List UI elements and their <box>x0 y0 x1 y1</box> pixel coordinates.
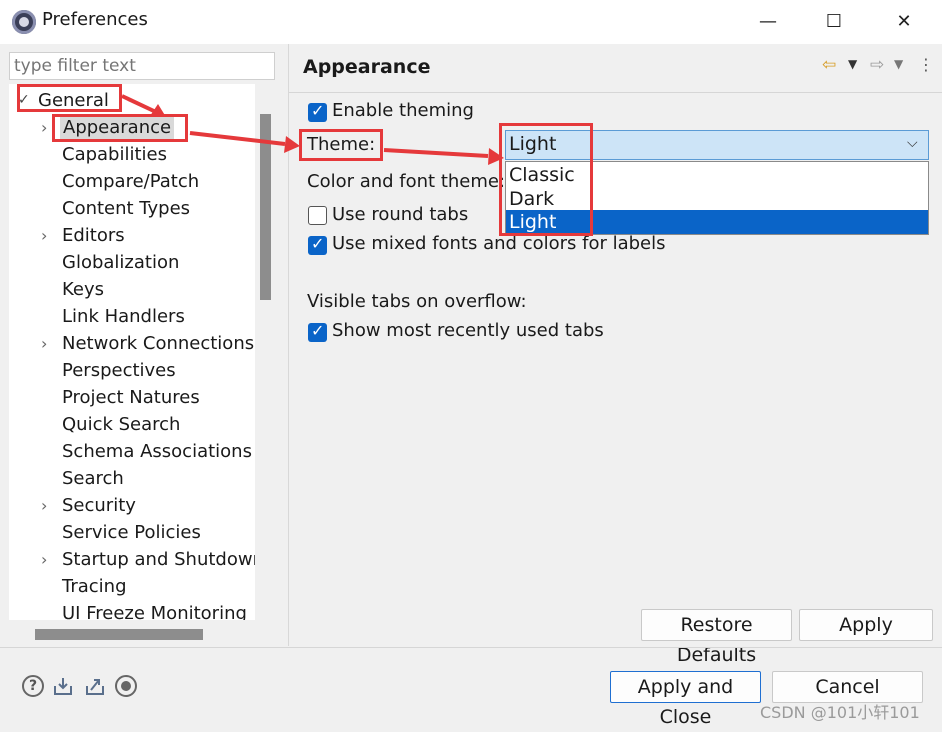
forward-menu-icon[interactable]: ▼ <box>894 57 903 71</box>
chevron-right-icon: › <box>41 226 48 245</box>
tree-item-project-natures[interactable]: Project Natures <box>9 384 255 411</box>
mixed-fonts-checkbox[interactable] <box>308 234 327 255</box>
tree-item-label: Content Types <box>62 198 191 219</box>
tree-item-compare-patch[interactable]: Compare/Patch <box>9 168 255 195</box>
tree-item-label: Service Policies <box>62 522 201 543</box>
chevron-right-icon: › <box>41 550 48 569</box>
tree-item-label: Startup and Shutdown <box>62 549 255 570</box>
round-tabs-label: Use round tabs <box>332 204 469 225</box>
color-font-theme-label: Color and font theme: <box>307 171 506 192</box>
back-arrow-icon[interactable]: ⇦ <box>822 55 836 75</box>
window-title: Preferences <box>42 9 148 30</box>
round-tabs-checkbox[interactable] <box>308 206 327 225</box>
tree-item-general[interactable]: ✓ General <box>9 87 255 114</box>
tree-item-link-handlers[interactable]: Link Handlers <box>9 303 255 330</box>
minimize-button[interactable]: — <box>748 6 788 38</box>
close-button[interactable]: ✕ <box>884 6 924 38</box>
chevron-down-icon: ⌵ <box>907 135 918 151</box>
maximize-button[interactable]: ☐ <box>814 6 854 38</box>
theme-option-classic[interactable]: Classic <box>506 163 928 187</box>
tree-item-ui-freeze-monitoring[interactable]: UI Freeze Monitoring <box>9 600 255 620</box>
help-icon[interactable]: ? <box>22 675 44 697</box>
watermark: CSDN @101小轩101 <box>760 703 920 722</box>
tree-item-security[interactable]: › Security <box>9 492 255 519</box>
export-icon[interactable] <box>84 675 106 697</box>
tree-item-label: General <box>38 90 109 111</box>
tree-item-editors[interactable]: › Editors <box>9 222 255 249</box>
header-divider <box>289 92 942 93</box>
tree-item-capabilities[interactable]: Capabilities <box>9 141 255 168</box>
tree-item-label: Project Natures <box>62 387 200 408</box>
filter-input[interactable] <box>9 52 275 80</box>
theme-label: Theme: <box>307 134 376 155</box>
visible-tabs-label: Visible tabs on overflow: <box>307 291 527 312</box>
tree-item-label: Network Connections <box>62 333 255 354</box>
tree-item-label: Tracing <box>62 576 127 597</box>
tree-item-label: Quick Search <box>62 414 181 435</box>
enable-theming-label: Enable theming <box>332 100 474 121</box>
tree-item-startup-shutdown[interactable]: › Startup and Shutdown <box>9 546 255 573</box>
mixed-fonts-label: Use mixed fonts and colors for labels <box>332 233 666 254</box>
recent-tabs-checkbox[interactable] <box>308 321 327 342</box>
expanded-chevron-icon: ✓ <box>18 92 30 108</box>
tree-item-label: Perspectives <box>62 360 176 381</box>
theme-option-light[interactable]: Light <box>506 210 928 234</box>
tree-item-label: Keys <box>62 279 105 300</box>
chevron-right-icon: › <box>41 334 48 353</box>
forward-arrow-icon[interactable]: ⇨ <box>870 55 884 75</box>
tree-item-label: Capabilities <box>62 144 167 165</box>
tree-item-keys[interactable]: Keys <box>9 276 255 303</box>
tree-item-globalization[interactable]: Globalization <box>9 249 255 276</box>
restore-defaults-button[interactable]: Restore Defaults <box>641 609 792 666</box>
recent-tabs-label: Show most recently used tabs <box>332 320 604 341</box>
theme-select[interactable] <box>505 130 929 160</box>
preference-tree: ✓ General › Appearance Capabilities Comp… <box>9 84 255 620</box>
tree-item-quick-search[interactable]: Quick Search <box>9 411 255 438</box>
tree-item-label: Schema Associations <box>62 441 252 462</box>
chevron-right-icon: › <box>41 496 48 515</box>
eclipse-app-icon <box>12 10 36 34</box>
back-menu-icon[interactable]: ▼ <box>848 57 857 71</box>
tree-item-label: Appearance <box>60 114 175 141</box>
tree-item-label: Security <box>62 495 136 516</box>
apply-button[interactable]: Apply <box>799 609 933 641</box>
tree-item-search[interactable]: Search <box>9 465 255 492</box>
tree-item-content-types[interactable]: Content Types <box>9 195 255 222</box>
tree-item-service-policies[interactable]: Service Policies <box>9 519 255 546</box>
tree-item-perspectives[interactable]: Perspectives <box>9 357 255 384</box>
tree-item-schema-associations[interactable]: Schema Associations <box>9 438 255 465</box>
tree-item-label: Search <box>62 468 124 489</box>
record-icon[interactable] <box>115 675 137 697</box>
theme-select-value: Light <box>509 133 557 155</box>
tree-item-label: Link Handlers <box>62 306 185 327</box>
theme-option-dark[interactable]: Dark <box>506 187 928 211</box>
view-menu-icon[interactable]: ⋮ <box>918 55 934 74</box>
footer-divider <box>0 647 942 648</box>
chevron-right-icon: › <box>41 118 48 137</box>
tree-item-label: UI Freeze Monitoring <box>62 603 247 620</box>
enable-theming-checkbox[interactable] <box>308 101 327 122</box>
tree-item-appearance[interactable]: › Appearance <box>9 114 255 141</box>
tree-item-label: Editors <box>62 225 125 246</box>
tree-item-label: Compare/Patch <box>62 171 200 192</box>
tree-item-tracing[interactable]: Tracing <box>9 573 255 600</box>
tree-horizontal-scroll-thumb[interactable] <box>35 629 203 640</box>
import-icon[interactable] <box>52 675 74 697</box>
tree-item-label: Globalization <box>62 252 180 273</box>
page-title: Appearance <box>303 56 431 78</box>
theme-dropdown-list: Classic Dark Light <box>505 161 929 235</box>
tree-item-network-connections[interactable]: › Network Connections <box>9 330 255 357</box>
tree-vertical-scroll-thumb[interactable] <box>260 114 271 300</box>
apply-and-close-button[interactable]: Apply and Close <box>610 671 761 728</box>
